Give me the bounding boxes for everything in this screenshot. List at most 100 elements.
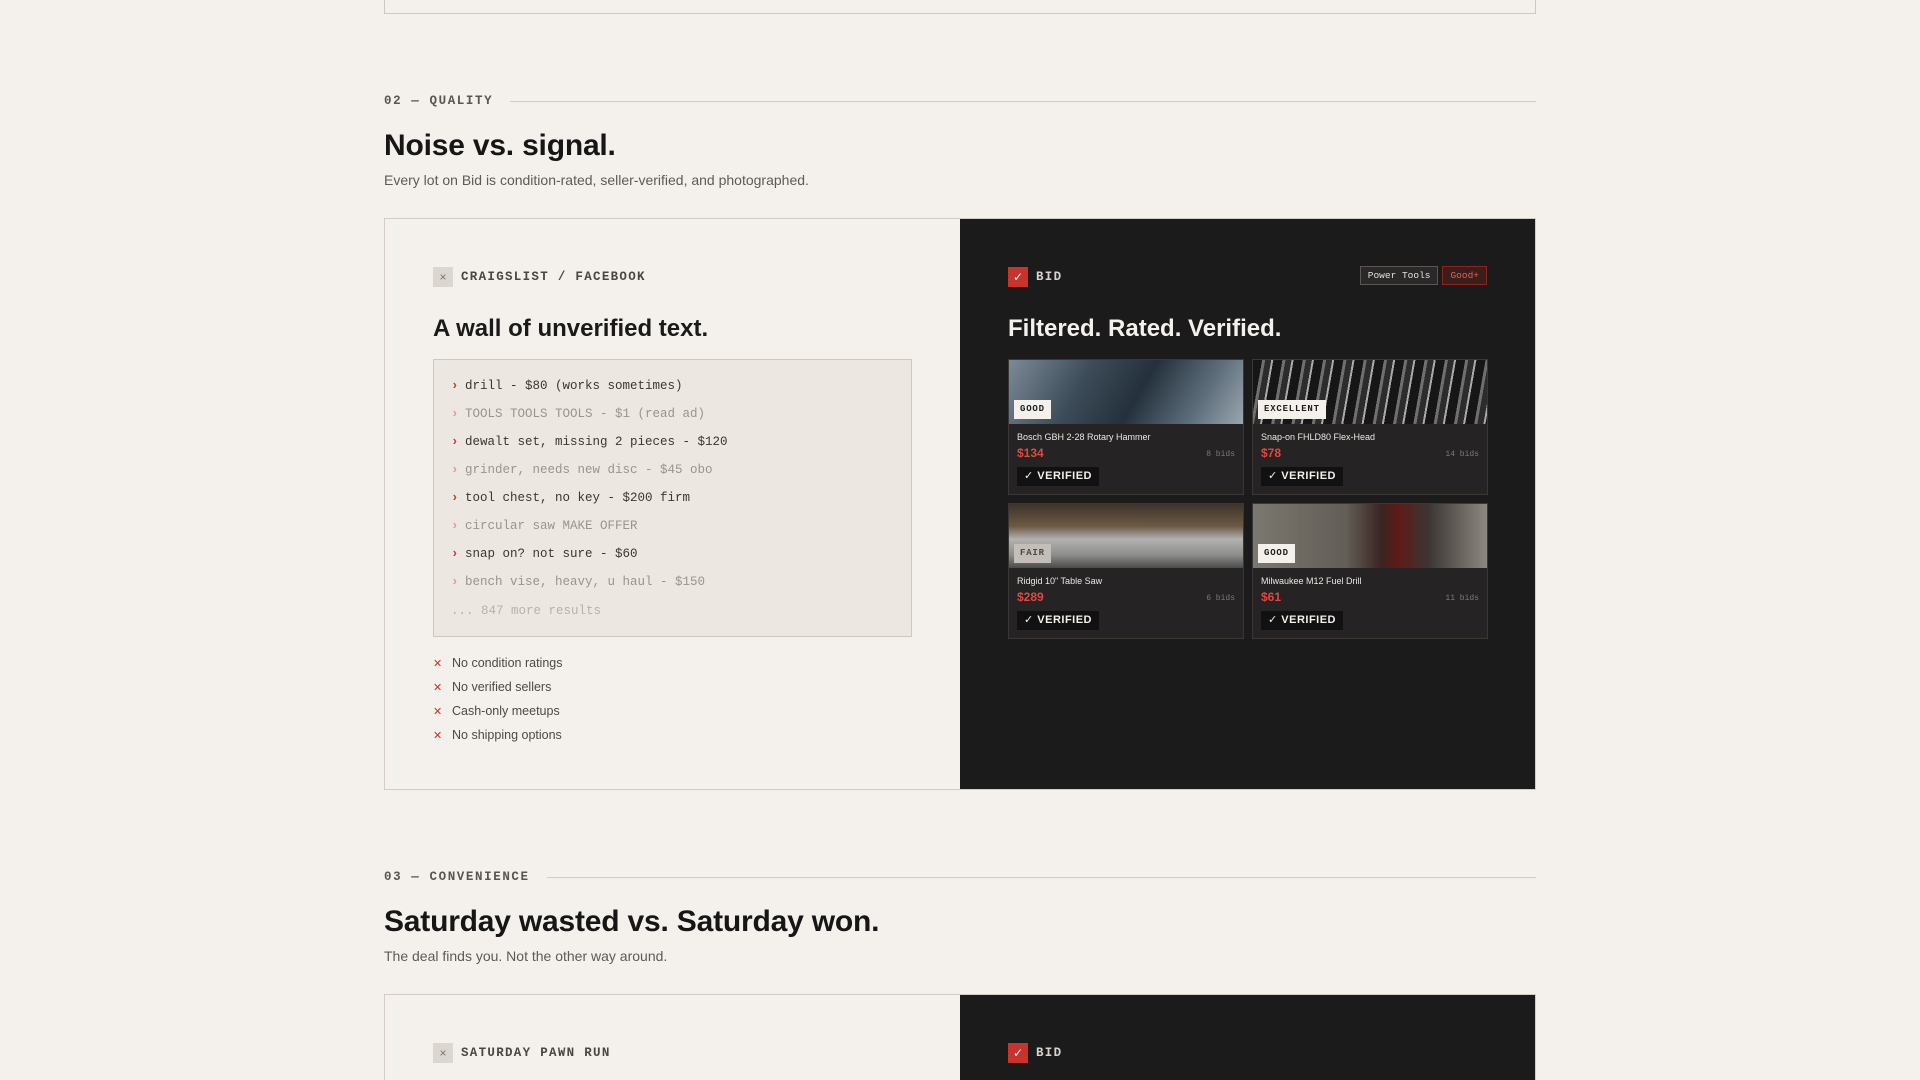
listing-row: › TOOLS TOOLS TOOLS - $1 (read ad) [451, 400, 894, 428]
x-icon: ✕ [433, 729, 443, 742]
bid-panel: ✓ BID [960, 995, 1535, 1080]
listing-text: bench vise, heavy, u haul - $150 [465, 575, 706, 589]
listing-text: TOOLS TOOLS TOOLS - $1 (read ad) [465, 407, 706, 421]
quality-comparison: × CRAIGSLIST / FACEBOOK A wall of unveri… [384, 218, 1536, 790]
listing-text: grinder, needs new disc - $45 obo [465, 463, 713, 477]
product-price: $78 [1261, 446, 1282, 460]
pawn-run-panel: × SATURDAY PAWN RUN [385, 995, 960, 1080]
listing-card[interactable]: EXCELLENT Snap-on FHLD80 Flex-Head $78 14 b… [1252, 359, 1488, 495]
verified-badge: ✓ VERIFIED [1261, 467, 1344, 486]
caret-icon: › [451, 491, 459, 505]
panel-title: A wall of unverified text. [433, 315, 709, 342]
x-icon: × [433, 1043, 453, 1063]
craigslist-panel: × CRAIGSLIST / FACEBOOK A wall of unveri… [385, 219, 960, 789]
caret-icon: › [451, 379, 459, 393]
product-price: $289 [1017, 590, 1044, 604]
listing-card[interactable]: FAIR Ridgid 10" Table Saw $289 6 bids ✓ VERI… [1008, 503, 1244, 639]
listing-row: › snap on? not sure - $60 [451, 540, 894, 568]
panel-title: Filtered. Rated. Verified. [1008, 315, 1282, 342]
listing-text: tool chest, no key - $200 firm [465, 491, 691, 505]
con-text: No shipping options [452, 728, 562, 742]
bid-count: 14 bids [1445, 450, 1479, 459]
condition-badge: EXCELLENT [1258, 400, 1326, 419]
filter-chips: Power Tools Good+ [1359, 266, 1487, 285]
section-eyebrow-row: 03 — CONVENIENCE [384, 869, 1536, 885]
con-text: No verified sellers [452, 680, 552, 694]
x-icon: ✕ [433, 657, 443, 670]
filter-chip-condition[interactable]: Good+ [1442, 266, 1487, 285]
panel-label: SATURDAY PAWN RUN [461, 1046, 611, 1060]
listing-text: circular saw MAKE OFFER [465, 519, 638, 533]
panel-label-row: ✓ BID [1008, 1043, 1062, 1063]
listing-row: › bench vise, heavy, u haul - $150 [451, 568, 894, 596]
bid-count: 8 bids [1206, 450, 1235, 459]
listing-text: dewalt set, missing 2 pieces - $120 [465, 435, 728, 449]
product-price: $134 [1017, 446, 1044, 460]
product-price: $61 [1261, 590, 1282, 604]
listing-card[interactable]: GOOD Bosch GBH 2-28 Rotary Hammer $134 8 bi… [1008, 359, 1244, 495]
caret-icon: › [451, 575, 459, 589]
section-subtitle: The deal finds you. Not the other way ar… [384, 948, 668, 964]
caret-icon: › [451, 547, 459, 561]
listing-row: › circular saw MAKE OFFER [451, 512, 894, 540]
caret-icon: › [451, 407, 459, 421]
con-item: ✕ No condition ratings [433, 651, 562, 675]
x-icon: ✕ [433, 681, 443, 694]
eyebrow-divider [510, 100, 1536, 102]
product-name: Milwaukee M12 Fuel Drill [1261, 576, 1362, 586]
product-photo: GOOD [1253, 504, 1487, 568]
panel-label-row: ✓ BID [1008, 267, 1062, 287]
verified-badge: ✓ VERIFIED [1017, 467, 1100, 486]
condition-badge: GOOD [1014, 400, 1051, 419]
listing-text: snap on? not sure - $60 [465, 547, 638, 561]
product-name: Ridgid 10" Table Saw [1017, 576, 1103, 586]
con-item: ✕ No verified sellers [433, 675, 562, 699]
previous-section-frame [384, 0, 1536, 14]
eyebrow-divider [546, 876, 1536, 878]
x-icon: × [433, 267, 453, 287]
caret-icon: › [451, 463, 459, 477]
section-eyebrow: 03 — CONVENIENCE [384, 870, 530, 884]
listing-row: › grinder, needs new disc - $45 obo [451, 456, 894, 484]
convenience-comparison: × SATURDAY PAWN RUN ✓ BID [384, 994, 1536, 1080]
con-item: ✕ Cash-only meetups [433, 699, 562, 723]
panel-label: BID [1036, 270, 1063, 284]
quality-section-header: 02 — QUALITY Noise vs. signal. Every lot… [384, 93, 1536, 188]
con-text: Cash-only meetups [452, 704, 560, 718]
section-subtitle: Every lot on Bid is condition-rated, sel… [384, 172, 809, 188]
caret-icon: › [451, 435, 459, 449]
panel-label-row: × SATURDAY PAWN RUN [433, 1043, 611, 1063]
panel-label: BID [1036, 1046, 1063, 1060]
con-text: No condition ratings [452, 656, 563, 670]
con-item: ✕ No shipping options [433, 723, 562, 747]
listing-text: drill - $80 (works sometimes) [465, 379, 683, 393]
filter-chip-category[interactable]: Power Tools [1359, 266, 1439, 285]
listing-row: › dewalt set, missing 2 pieces - $120 [451, 428, 894, 456]
product-name: Bosch GBH 2-28 Rotary Hammer [1017, 432, 1151, 442]
bid-panel: ✓ BID Power Tools Good+ Filtered. Rated.… [960, 219, 1535, 789]
bid-count: 6 bids [1206, 594, 1235, 603]
panel-label: CRAIGSLIST / FACEBOOK [461, 270, 646, 284]
section-title: Noise vs. signal. [384, 129, 616, 162]
cons-list: ✕ No condition ratings ✕ No verified seller… [433, 651, 562, 747]
section-eyebrow: 02 — QUALITY [384, 94, 494, 108]
caret-icon: › [451, 519, 459, 533]
product-photo: GOOD [1009, 360, 1243, 424]
product-photo: FAIR [1009, 504, 1243, 568]
product-photo: EXCELLENT [1253, 360, 1487, 424]
condition-badge: GOOD [1258, 544, 1295, 563]
more-results: ... 847 more results [451, 604, 602, 618]
convenience-section-header: 03 — CONVENIENCE Saturday wasted vs. Sat… [384, 869, 1536, 964]
listing-row: › drill - $80 (works sometimes) [451, 372, 894, 400]
panel-label-row: × CRAIGSLIST / FACEBOOK [433, 267, 646, 287]
check-icon: ✓ [1008, 267, 1028, 287]
product-name: Snap-on FHLD80 Flex-Head [1261, 432, 1376, 442]
section-title: Saturday wasted vs. Saturday won. [384, 905, 880, 938]
listing-wall: › drill - $80 (works sometimes) › TOOLS TOO… [433, 359, 912, 637]
condition-badge: FAIR [1014, 544, 1051, 563]
verified-badge: ✓ VERIFIED [1261, 611, 1344, 630]
section-eyebrow-row: 02 — QUALITY [384, 93, 1536, 109]
listing-row: › tool chest, no key - $200 firm [451, 484, 894, 512]
listing-card[interactable]: GOOD Milwaukee M12 Fuel Drill $61 11 bids ✓ … [1252, 503, 1488, 639]
check-icon: ✓ [1008, 1043, 1028, 1063]
